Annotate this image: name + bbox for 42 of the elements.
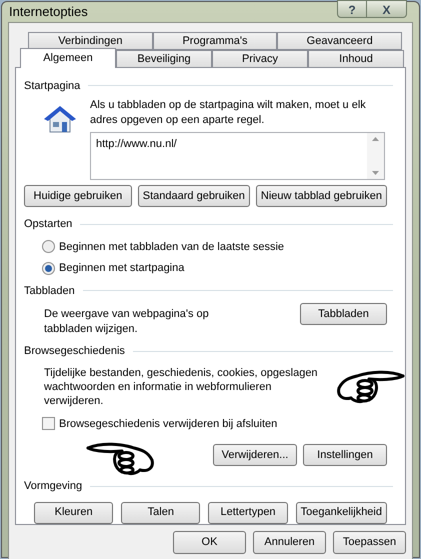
tab[interactable]: Inhoud	[308, 50, 404, 68]
tab[interactable]: Geavanceerd	[277, 32, 402, 50]
radio-button[interactable]	[42, 240, 55, 254]
checkbox[interactable]	[42, 417, 55, 430]
tab[interactable]: Algemeen	[20, 48, 116, 68]
action-button[interactable]: Toegankelijkheid	[296, 502, 387, 524]
tab[interactable]: Privacy	[212, 50, 308, 68]
tabs-settings-button[interactable]: Tabbladen	[300, 303, 387, 325]
section-title: Startpagina	[24, 78, 80, 94]
checkbox-label: Browsegeschiedenis verwijderen bij afsluiten	[59, 416, 278, 432]
action-button[interactable]: Verwijderen...	[213, 444, 297, 466]
window-title: Internetopties	[8, 3, 88, 21]
section-title: Vormgeving	[24, 479, 82, 494]
action-button[interactable]: Kleuren	[34, 502, 114, 524]
radio-button[interactable]	[42, 262, 55, 275]
dialog-button[interactable]: Toepassen	[333, 530, 406, 554]
action-button[interactable]: Instellingen	[303, 444, 387, 466]
scroll-up-icon	[372, 137, 379, 141]
tab[interactable]: Verbindingen	[28, 32, 153, 50]
description-text: Als u tabbladen op de startpagina wilt maken, moet u elk adres opgeven op een aparte regel.	[90, 98, 367, 128]
scroll-down-icon	[372, 171, 379, 175]
action-button[interactable]: Standaard gebruiken	[138, 185, 250, 207]
scrollbar[interactable]	[367, 133, 384, 179]
tab[interactable]: Beveiliging	[116, 50, 212, 68]
action-button[interactable]: Huidige gebruiken	[24, 185, 132, 207]
tab[interactable]: Programma's	[152, 32, 278, 50]
dialog-button[interactable]: OK	[173, 530, 246, 554]
section-title: Opstarten	[24, 217, 72, 232]
section-title: Tabbladen	[24, 284, 75, 298]
close-button[interactable]: X	[367, 0, 407, 18]
house-icon	[42, 104, 78, 134]
help-button[interactable]: ?	[337, 0, 367, 18]
homepage-address-field[interactable]: http://www.nu.nl/	[90, 132, 385, 180]
description-text: Tijdelijke bestanden, geschiedenis, cookies, opgeslagen wachtwoorden en informatie in webformulieren verwijderen.	[44, 366, 319, 408]
radio-label: Beginnen met tabbladen van de laatste sessie	[59, 240, 284, 254]
dialog-button[interactable]: Annuleren	[253, 530, 326, 554]
description-text: De weergave van webpagina's op tabbladen wijzigen.	[44, 307, 210, 337]
radio-label: Beginnen met startpagina	[59, 261, 184, 276]
action-button[interactable]: Talen	[121, 502, 200, 524]
action-button[interactable]: Nieuw tabblad gebruiken	[256, 185, 387, 207]
action-button[interactable]: Lettertypen	[208, 502, 288, 524]
section-title: Browsegeschiedenis	[24, 344, 125, 359]
